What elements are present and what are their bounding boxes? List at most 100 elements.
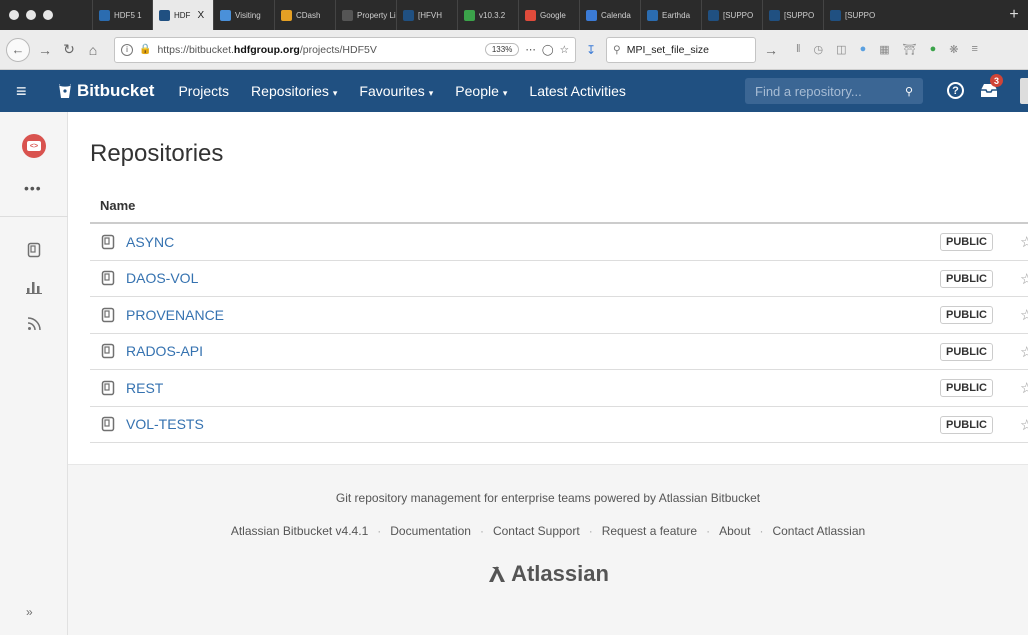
user-avatar[interactable] [1020, 78, 1028, 104]
repository-link[interactable]: ASYNC [126, 234, 174, 250]
history-icon[interactable]: ◷ [814, 43, 824, 56]
nav-projects[interactable]: Projects [178, 83, 229, 99]
favourite-star-icon[interactable]: ☆ [1020, 233, 1028, 251]
favicon-icon [830, 9, 841, 21]
close-tab-icon[interactable]: X [197, 10, 204, 21]
nav-latest-activities[interactable]: Latest Activities [529, 83, 626, 99]
repository-icon [101, 271, 115, 286]
browser-tab[interactable]: HDF X [152, 0, 213, 30]
browser-tab[interactable]: v10.3.2 [457, 0, 518, 30]
repositories-icon[interactable] [24, 240, 44, 260]
atlassian-logo-text: Atlassian [511, 561, 609, 586]
extension-icon[interactable]: ❋ [949, 43, 958, 56]
repository-row: VOL-TESTS PUBLIC ☆ [90, 407, 1028, 443]
footer-link[interactable]: About [719, 524, 750, 538]
extension-icon[interactable]: ● [930, 43, 937, 56]
browser-tab[interactable]: HDF5 1 [92, 0, 152, 30]
browser-tab-label: [HFVH [418, 10, 442, 20]
zoom-level[interactable]: 133% [484, 43, 520, 56]
toolbar-icons: ‖ ◷ ◫ ● ▦ ⛩ ● ❋ ≡ [796, 43, 978, 56]
stats-icon[interactable] [24, 277, 44, 297]
browser-tab[interactable]: Google [518, 0, 579, 30]
rss-feed-icon[interactable] [24, 314, 44, 334]
browser-search-box[interactable]: ⚲ MPI_set_file_size [606, 36, 756, 63]
repository-search[interactable]: ⚲ [745, 78, 923, 104]
bitbucket-logo[interactable]: Bitbucket [58, 81, 154, 101]
favicon-icon [403, 9, 414, 21]
maximize-window-icon[interactable] [43, 10, 53, 20]
help-icon[interactable]: ? [947, 82, 964, 99]
repository-search-input[interactable] [755, 83, 895, 99]
shield-icon[interactable]: ⛩ [903, 43, 917, 56]
browser-tab[interactable]: Property Lis [335, 0, 396, 30]
project-avatar[interactable]: <> [22, 134, 46, 158]
repository-link[interactable]: REST [126, 380, 163, 396]
back-button[interactable]: ← [6, 37, 30, 62]
favicon-icon [220, 9, 231, 21]
download-icon[interactable]: ↧ [582, 43, 600, 57]
visibility-badge: PUBLIC [940, 269, 993, 288]
menu-icon[interactable]: ≡ [971, 43, 977, 56]
search-go-icon[interactable]: → [762, 42, 780, 58]
browser-tab-label: [SUPPO [845, 10, 876, 20]
favourite-star-icon[interactable]: ☆ [1020, 306, 1028, 324]
nav-repositories[interactable]: Repositories ▾ [251, 83, 337, 99]
browser-tab-label: [SUPPO [784, 10, 815, 20]
nav-label: Projects [178, 83, 230, 99]
repository-row: REST PUBLIC ☆ [90, 370, 1028, 407]
favicon-icon [769, 9, 780, 21]
browser-tab[interactable]: [SUPPO [762, 0, 823, 30]
home-button[interactable]: ⌂ [84, 42, 102, 58]
url-bar[interactable]: i 🔒 https://bitbucket.hdfgroup.org/proje… [114, 36, 576, 63]
close-window-icon[interactable] [9, 10, 19, 20]
browser-tab[interactable]: [HFVH [396, 0, 457, 30]
browser-tab[interactable]: CDash [274, 0, 335, 30]
footer-link[interactable]: Documentation [390, 524, 471, 538]
search-icon[interactable]: ⚲ [905, 85, 913, 98]
nav-favourites[interactable]: Favourites ▾ [359, 83, 433, 99]
url-text[interactable]: https://bitbucket.hdfgroup.org/projects/… [157, 44, 478, 56]
info-icon[interactable]: i [121, 43, 133, 56]
visibility-badge: PUBLIC [940, 379, 993, 397]
favicon-icon [464, 9, 475, 21]
favourite-star-icon[interactable]: ☆ [1020, 343, 1028, 361]
minimize-window-icon[interactable] [26, 10, 36, 20]
nav-label: People [455, 83, 499, 99]
atlassian-logo[interactable]: Atlassian [68, 561, 1028, 587]
browser-tab[interactable]: [SUPPO [823, 0, 884, 30]
more-actions-icon[interactable]: ••• [24, 180, 42, 196]
page-actions-icon[interactable]: ⋯ [525, 44, 536, 56]
repository-link[interactable]: PROVENANCE [126, 307, 224, 323]
repository-row: PROVENANCE PUBLIC ☆ [90, 297, 1028, 334]
browser-tab[interactable]: Earthda [640, 0, 701, 30]
bookmark-star-icon[interactable]: ☆ [560, 44, 569, 56]
browser-tab[interactable]: Calenda [579, 0, 640, 30]
repository-link[interactable]: RADOS-API [126, 343, 203, 359]
library-icon[interactable]: ‖ [796, 43, 801, 56]
sidebar-toggle-icon[interactable]: ◫ [836, 43, 846, 56]
lock-icon: 🔒 [139, 44, 152, 55]
repository-link[interactable]: VOL-TESTS [126, 416, 204, 432]
expand-sidebar-icon[interactable]: » [26, 605, 33, 619]
forward-button[interactable]: → [36, 42, 54, 58]
repository-list: ASYNC PUBLIC ☆ DAOS-VOL PUBLIC ☆ PROVENANCE PUB… [90, 224, 1028, 443]
pocket-icon[interactable]: ◯ [542, 44, 554, 56]
footer-link[interactable]: Contact Atlassian [772, 524, 865, 538]
reload-button[interactable]: ↻ [60, 41, 78, 58]
favourite-star-icon[interactable]: ☆ [1020, 379, 1028, 397]
browser-tab[interactable]: Visiting [213, 0, 274, 30]
repository-icon [101, 307, 115, 322]
footer: Git repository management for enterprise… [68, 464, 1028, 635]
new-tab-icon[interactable]: + [1000, 6, 1028, 24]
browser-tab[interactable]: [SUPPO [701, 0, 762, 30]
hamburger-menu-icon[interactable]: ≡ [16, 81, 40, 102]
extension-icon[interactable]: ● [860, 43, 867, 56]
favicon-icon [281, 9, 292, 21]
footer-link[interactable]: Request a feature [602, 524, 697, 538]
nav-people[interactable]: People ▾ [455, 83, 507, 99]
footer-link[interactable]: Contact Support [493, 524, 580, 538]
favourite-star-icon[interactable]: ☆ [1020, 270, 1028, 288]
repository-link[interactable]: DAOS-VOL [126, 270, 198, 286]
favourite-star-icon[interactable]: ☆ [1020, 416, 1028, 434]
extension-icon[interactable]: ▦ [879, 43, 889, 56]
